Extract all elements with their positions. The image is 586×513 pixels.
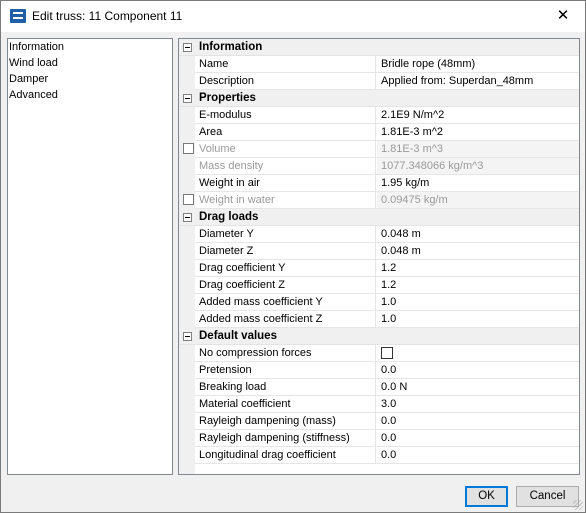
property-row[interactable]: Drag coefficient Z 1.2 bbox=[195, 277, 579, 294]
section-title: Properties bbox=[199, 92, 256, 104]
property-value[interactable]: 1.0 bbox=[377, 294, 579, 310]
property-row[interactable]: Diameter Y 0.048 m bbox=[195, 226, 579, 243]
property-value[interactable]: Bridle rope (48mm) bbox=[377, 56, 579, 72]
app-icon bbox=[10, 9, 26, 23]
property-name: Rayleigh dampening (stiffness) bbox=[195, 430, 376, 446]
property-name: Weight in water bbox=[195, 192, 376, 208]
property-row[interactable]: Volume 1.81E-3 m^3 bbox=[183, 141, 579, 158]
property-row[interactable]: Longitudinal drag coefficient 0.0 bbox=[195, 447, 579, 464]
collapse-icon[interactable] bbox=[183, 332, 192, 341]
property-value[interactable]: 1.2 bbox=[377, 260, 579, 276]
property-row[interactable]: Breaking load 0.0 N bbox=[195, 379, 579, 396]
property-value[interactable]: 1.2 bbox=[377, 277, 579, 293]
property-row[interactable]: Weight in air 1.95 kg/m bbox=[195, 175, 579, 192]
nav-item-wind-load[interactable]: Wind load bbox=[8, 55, 172, 71]
property-row[interactable]: No compression forces bbox=[195, 345, 579, 362]
property-row[interactable]: E-modulus 2.1E9 N/m^2 bbox=[195, 107, 579, 124]
property-row[interactable]: Description Applied from: Superdan_48mm bbox=[195, 73, 579, 90]
property-value: 0.09475 kg/m bbox=[377, 192, 579, 208]
nav-item-damper[interactable]: Damper bbox=[8, 71, 172, 87]
property-name: Material coefficient bbox=[195, 396, 376, 412]
category-list: Information Wind load Damper Advanced bbox=[7, 38, 173, 475]
property-value[interactable]: 0.048 m bbox=[377, 226, 579, 242]
property-value: 1.81E-3 m^3 bbox=[377, 141, 579, 157]
property-value[interactable]: 0.0 bbox=[377, 362, 579, 378]
property-name: Name bbox=[195, 56, 376, 72]
property-row[interactable]: Mass density 1077.348066 kg/m^3 bbox=[195, 158, 579, 175]
collapse-icon[interactable] bbox=[183, 94, 192, 103]
title-bar: Edit truss: 11 Component 11 ✕ bbox=[1, 1, 585, 32]
property-name: Pretension bbox=[195, 362, 376, 378]
property-row[interactable]: Diameter Z 0.048 m bbox=[195, 243, 579, 260]
nav-item-information[interactable]: Information bbox=[8, 39, 172, 55]
property-value[interactable]: 0.0 bbox=[377, 447, 579, 463]
section-title: Drag loads bbox=[199, 211, 259, 223]
property-name: Longitudinal drag coefficient bbox=[195, 447, 376, 463]
property-value: 1077.348066 kg/m^3 bbox=[377, 158, 579, 174]
property-value[interactable]: 0.048 m bbox=[377, 243, 579, 259]
ok-button[interactable]: OK bbox=[465, 486, 508, 507]
section-header[interactable]: Drag loads bbox=[179, 209, 579, 226]
property-name: Drag coefficient Z bbox=[195, 277, 376, 293]
property-row[interactable]: Material coefficient 3.0 bbox=[195, 396, 579, 413]
property-name: Diameter Y bbox=[195, 226, 376, 242]
property-name: Drag coefficient Y bbox=[195, 260, 376, 276]
property-name: Area bbox=[195, 124, 376, 140]
override-checkbox[interactable] bbox=[183, 194, 194, 205]
property-row[interactable]: Name Bridle rope (48mm) bbox=[195, 56, 579, 73]
property-name: Breaking load bbox=[195, 379, 376, 395]
property-row[interactable]: Added mass coefficient Z 1.0 bbox=[195, 311, 579, 328]
property-name: Diameter Z bbox=[195, 243, 376, 259]
property-row[interactable]: Added mass coefficient Y 1.0 bbox=[195, 294, 579, 311]
property-row[interactable]: Pretension 0.0 bbox=[195, 362, 579, 379]
edit-truss-dialog: Edit truss: 11 Component 11 ✕ Informatio… bbox=[0, 0, 586, 513]
property-value[interactable]: 0.0 N bbox=[377, 379, 579, 395]
section-title: Default values bbox=[199, 330, 277, 342]
property-name: No compression forces bbox=[195, 345, 376, 361]
property-name: Description bbox=[195, 73, 376, 89]
window-title: Edit truss: 11 Component 11 bbox=[32, 9, 183, 23]
section-header[interactable]: Properties bbox=[179, 90, 579, 107]
resize-grip[interactable] bbox=[573, 500, 583, 510]
property-name: E-modulus bbox=[195, 107, 376, 123]
collapse-icon[interactable] bbox=[183, 43, 192, 52]
no-compression-checkbox[interactable] bbox=[381, 347, 393, 359]
property-grid: Information Name Bridle rope (48mm) Descrip… bbox=[178, 38, 580, 475]
property-value[interactable]: 1.0 bbox=[377, 311, 579, 327]
section-header[interactable]: Information bbox=[179, 39, 579, 56]
cancel-button[interactable]: Cancel bbox=[516, 486, 579, 507]
override-checkbox[interactable] bbox=[183, 143, 194, 154]
property-name: Volume bbox=[195, 141, 376, 157]
property-name: Added mass coefficient Y bbox=[195, 294, 376, 310]
property-value[interactable]: 1.95 kg/m bbox=[377, 175, 579, 191]
section-title: Information bbox=[199, 41, 263, 53]
nav-item-advanced[interactable]: Advanced bbox=[8, 87, 172, 103]
property-name: Added mass coefficient Z bbox=[195, 311, 376, 327]
property-row[interactable]: Area 1.81E-3 m^2 bbox=[195, 124, 579, 141]
property-row[interactable]: Rayleigh dampening (mass) 0.0 bbox=[195, 413, 579, 430]
collapse-icon[interactable] bbox=[183, 213, 192, 222]
property-name: Mass density bbox=[195, 158, 376, 174]
property-row[interactable]: Drag coefficient Y 1.2 bbox=[195, 260, 579, 277]
property-value[interactable] bbox=[377, 345, 579, 361]
property-value[interactable]: 3.0 bbox=[377, 396, 579, 412]
property-value[interactable]: Applied from: Superdan_48mm bbox=[377, 73, 579, 89]
property-name: Rayleigh dampening (mass) bbox=[195, 413, 376, 429]
section-header[interactable]: Default values bbox=[179, 328, 579, 345]
property-value[interactable]: 1.81E-3 m^2 bbox=[377, 124, 579, 140]
property-value[interactable]: 0.0 bbox=[377, 413, 579, 429]
property-name: Weight in air bbox=[195, 175, 376, 191]
close-button[interactable]: ✕ bbox=[547, 4, 579, 28]
property-row[interactable]: Weight in water 0.09475 kg/m bbox=[183, 192, 579, 209]
property-value[interactable]: 2.1E9 N/m^2 bbox=[377, 107, 579, 123]
property-row[interactable]: Rayleigh dampening (stiffness) 0.0 bbox=[195, 430, 579, 447]
property-value[interactable]: 0.0 bbox=[377, 430, 579, 446]
